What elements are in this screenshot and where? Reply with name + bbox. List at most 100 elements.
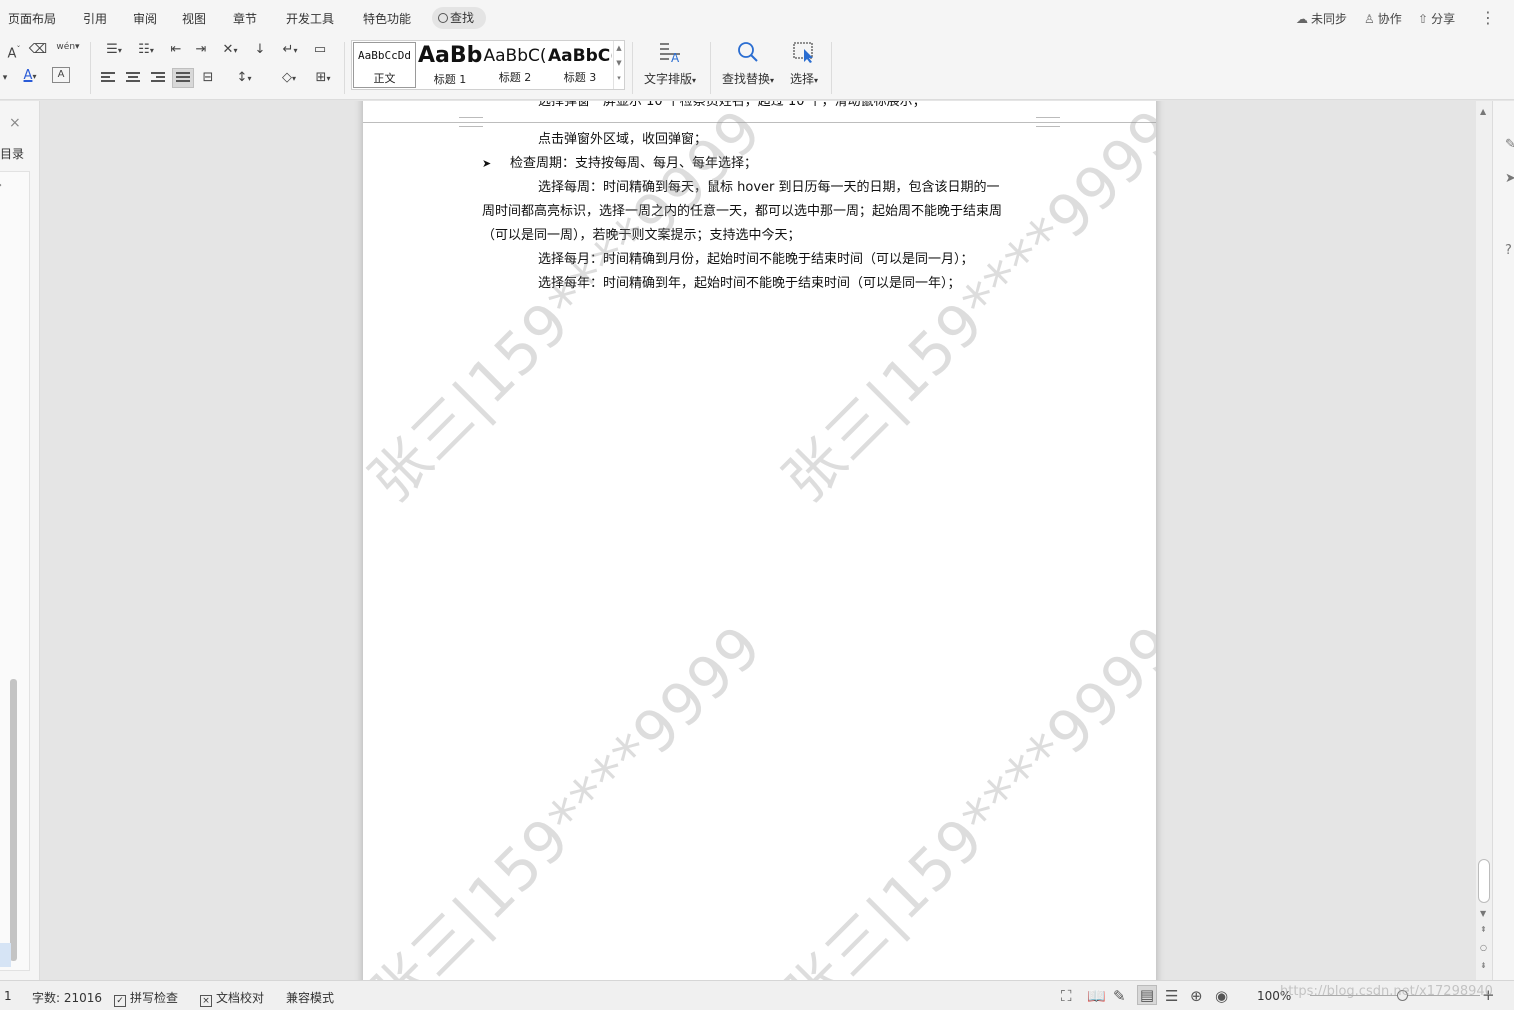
char-border-icon[interactable]: A [52, 67, 70, 83]
right-tool-rail: ✎ ➤ ? [1492, 101, 1514, 980]
style-h2-sample: AaBbC( [483, 46, 547, 66]
text-layout-icon: A [657, 40, 683, 65]
menu-special-features[interactable]: 特色功能 [363, 10, 411, 27]
expand-icon[interactable]: ▾ [614, 71, 624, 86]
pinyin-guide-icon[interactable]: wén▾ [54, 38, 82, 56]
document-area[interactable]: 选择弹窗一屏显示 10 个检察员姓名，超过 10 个，滑动鼠标展示； 点击弹窗外… [41, 101, 1476, 980]
gallery-scroll[interactable]: ▲ ▼ ▾ [613, 41, 624, 89]
align-right-icon[interactable] [148, 69, 168, 87]
watermark: 张三|159****9999 [770, 101, 1156, 515]
increase-indent-icon[interactable]: ⇥ [191, 41, 211, 59]
menu-chapter[interactable]: 章节 [233, 10, 257, 27]
menu-references[interactable]: 引用 [83, 10, 107, 27]
edit-icon[interactable]: ✎ [1505, 137, 1514, 152]
select-button[interactable]: 选择▾ [784, 40, 824, 92]
bullet-list-icon[interactable]: ☰▾ [100, 41, 128, 59]
browse-object-icon[interactable]: ○ [1480, 943, 1487, 952]
doc-line: 周时间都高亮标识，选择一周之内的任意一天，都可以选中那一周；起始周不能晚于结束周 [482, 204, 1003, 219]
scroll-thumb[interactable] [1478, 859, 1490, 903]
scroll-up-icon[interactable]: ▲ [1480, 107, 1486, 116]
find-replace-label: 查找替换 [721, 72, 770, 86]
cursor-icon[interactable]: ➤ [1505, 171, 1514, 186]
doc-check-label: 文档校对 [216, 991, 265, 1005]
line-spacing-icon[interactable]: ↕▾ [230, 69, 258, 87]
document-page[interactable]: 选择弹窗一屏显示 10 个检察员姓名，超过 10 个，滑动鼠标展示； 点击弹窗外… [363, 101, 1156, 980]
borders-icon[interactable]: ⊞▾ [309, 69, 337, 87]
style-heading-1[interactable]: AaBb 标题 1 [418, 41, 482, 89]
menu-page-layout[interactable]: 页面布局 [8, 10, 56, 27]
chevron-up-icon[interactable]: ▲ [614, 41, 624, 56]
close-icon[interactable]: × [9, 115, 21, 131]
page-number[interactable]: 1 [4, 989, 12, 1003]
fullscreen-icon[interactable]: ⛶ [1061, 987, 1072, 1005]
outline-view-icon[interactable]: ☰ [1165, 987, 1178, 1005]
font-color-icon[interactable]: A▾ [16, 67, 44, 85]
shading-icon[interactable]: ◇▾ [275, 69, 303, 87]
align-center-icon[interactable] [123, 69, 143, 87]
next-page-icon[interactable]: ⇟ [1480, 961, 1487, 970]
text-layout-label: 文字排版 [643, 72, 692, 86]
separator [831, 42, 832, 94]
compat-mode[interactable]: 兼容模式 [286, 989, 334, 1006]
table-ruler-icon[interactable]: ▭ [310, 41, 330, 59]
paragraph-mark-icon[interactable]: ↵▾ [276, 41, 304, 59]
margin-corner-mark [1036, 117, 1060, 127]
menu-bar: 页面布局 引用 审阅 视图 章节 开发工具 特色功能 查找 ☁ 未同步 ♙ 协作 ⇧… [0, 0, 1514, 36]
font-size-icon[interactable]: Aˇ [4, 41, 24, 61]
find-search-button[interactable]: 查找 [432, 7, 486, 29]
sync-label: 未同步 [1311, 12, 1348, 26]
numbered-list-icon[interactable]: ☷▾ [132, 41, 160, 59]
style-h3-sample: AaBbC( [548, 46, 612, 66]
style-gallery: AaBbCcDd 正文 AaBb 标题 1 AaBbC( 标题 2 AaBbC(… [351, 40, 625, 90]
menu-developer[interactable]: 开发工具 [286, 10, 334, 27]
share-label: 分享 [1431, 12, 1456, 26]
chinese-layout-icon[interactable]: ✕▾ [216, 41, 244, 59]
word-count[interactable]: 字数: 21016 [32, 989, 102, 1006]
toc-selected-item[interactable] [0, 943, 11, 967]
chevron-down-icon[interactable]: ▼ [614, 56, 624, 71]
page-view-icon[interactable]: ▤ [1137, 985, 1157, 1005]
style-normal-sample: AaBbCcDd [358, 49, 411, 62]
pinyin-glyph: wén [56, 42, 76, 52]
text-layout-button[interactable]: A 文字排版▾ [638, 40, 702, 92]
style-heading-2[interactable]: AaBbC( 标题 2 [483, 41, 547, 89]
distribute-icon[interactable]: ⊟ [198, 69, 218, 87]
toc-title[interactable]: 目录 [0, 145, 24, 162]
scroll-down-icon[interactable]: ▼ [1480, 909, 1486, 918]
prev-page-icon[interactable]: ⇞ [1480, 925, 1487, 934]
search-icon [438, 13, 448, 23]
style-h1-label: 标题 1 [433, 73, 467, 86]
chevron-icon[interactable]: › [0, 180, 2, 191]
dropdown-chevron-icon[interactable]: ▾ [0, 69, 10, 87]
style-normal[interactable]: AaBbCcDd 正文 [353, 42, 416, 88]
doc-line: 选择每月：时间精确到月份，起始时间不能晚于结束时间（可以是同一月）； [538, 252, 974, 267]
align-left-icon[interactable] [98, 69, 118, 87]
spell-check-label: 拼写检查 [130, 991, 179, 1005]
menu-review[interactable]: 审阅 [133, 10, 157, 27]
collaborate-button[interactable]: ♙ 协作 [1364, 10, 1402, 27]
share-button[interactable]: ⇧ 分享 [1418, 10, 1455, 27]
justify-icon[interactable] [172, 68, 194, 88]
sort-icon[interactable]: ↓ [250, 41, 270, 59]
ribbon-toolbar: Aˇ ⌫ wén▾ ▾ A▾ A ☰▾ ☷▾ ⇤ ⇥ ✕▾ ↓ ↵▾ ▭ ⊟ ↕… [0, 36, 1514, 100]
spell-check-button[interactable]: ✓ 拼写检查 [114, 989, 179, 1007]
web-view-icon[interactable]: ⊕ [1190, 987, 1203, 1005]
decrease-indent-icon[interactable]: ⇤ [166, 41, 186, 59]
more-options-icon[interactable]: ⋮ [1480, 8, 1496, 27]
separator [710, 42, 711, 94]
select-label: 选择 [789, 72, 814, 86]
find-label: 查找 [450, 11, 475, 25]
find-replace-button[interactable]: 查找替换▾ [716, 40, 780, 92]
write-mode-icon[interactable]: ✎ [1113, 987, 1126, 1005]
eye-protection-icon[interactable]: ◉ [1215, 987, 1228, 1005]
user-icon: ♙ [1364, 12, 1375, 26]
style-heading-3[interactable]: AaBbC( 标题 3 [548, 41, 612, 89]
menu-view[interactable]: 视图 [182, 10, 206, 27]
read-mode-icon[interactable]: 📖 [1087, 987, 1106, 1005]
doc-check-button[interactable]: × 文档校对 [200, 989, 265, 1007]
sync-status[interactable]: ☁ 未同步 [1296, 10, 1347, 27]
help-icon[interactable]: ? [1505, 243, 1512, 258]
vertical-scrollbar[interactable]: ▲ ▼ ⇞ ○ ⇟ [1476, 101, 1492, 980]
eraser-icon[interactable]: ⌫ [28, 41, 48, 59]
toc-scrollbar[interactable] [10, 679, 17, 961]
